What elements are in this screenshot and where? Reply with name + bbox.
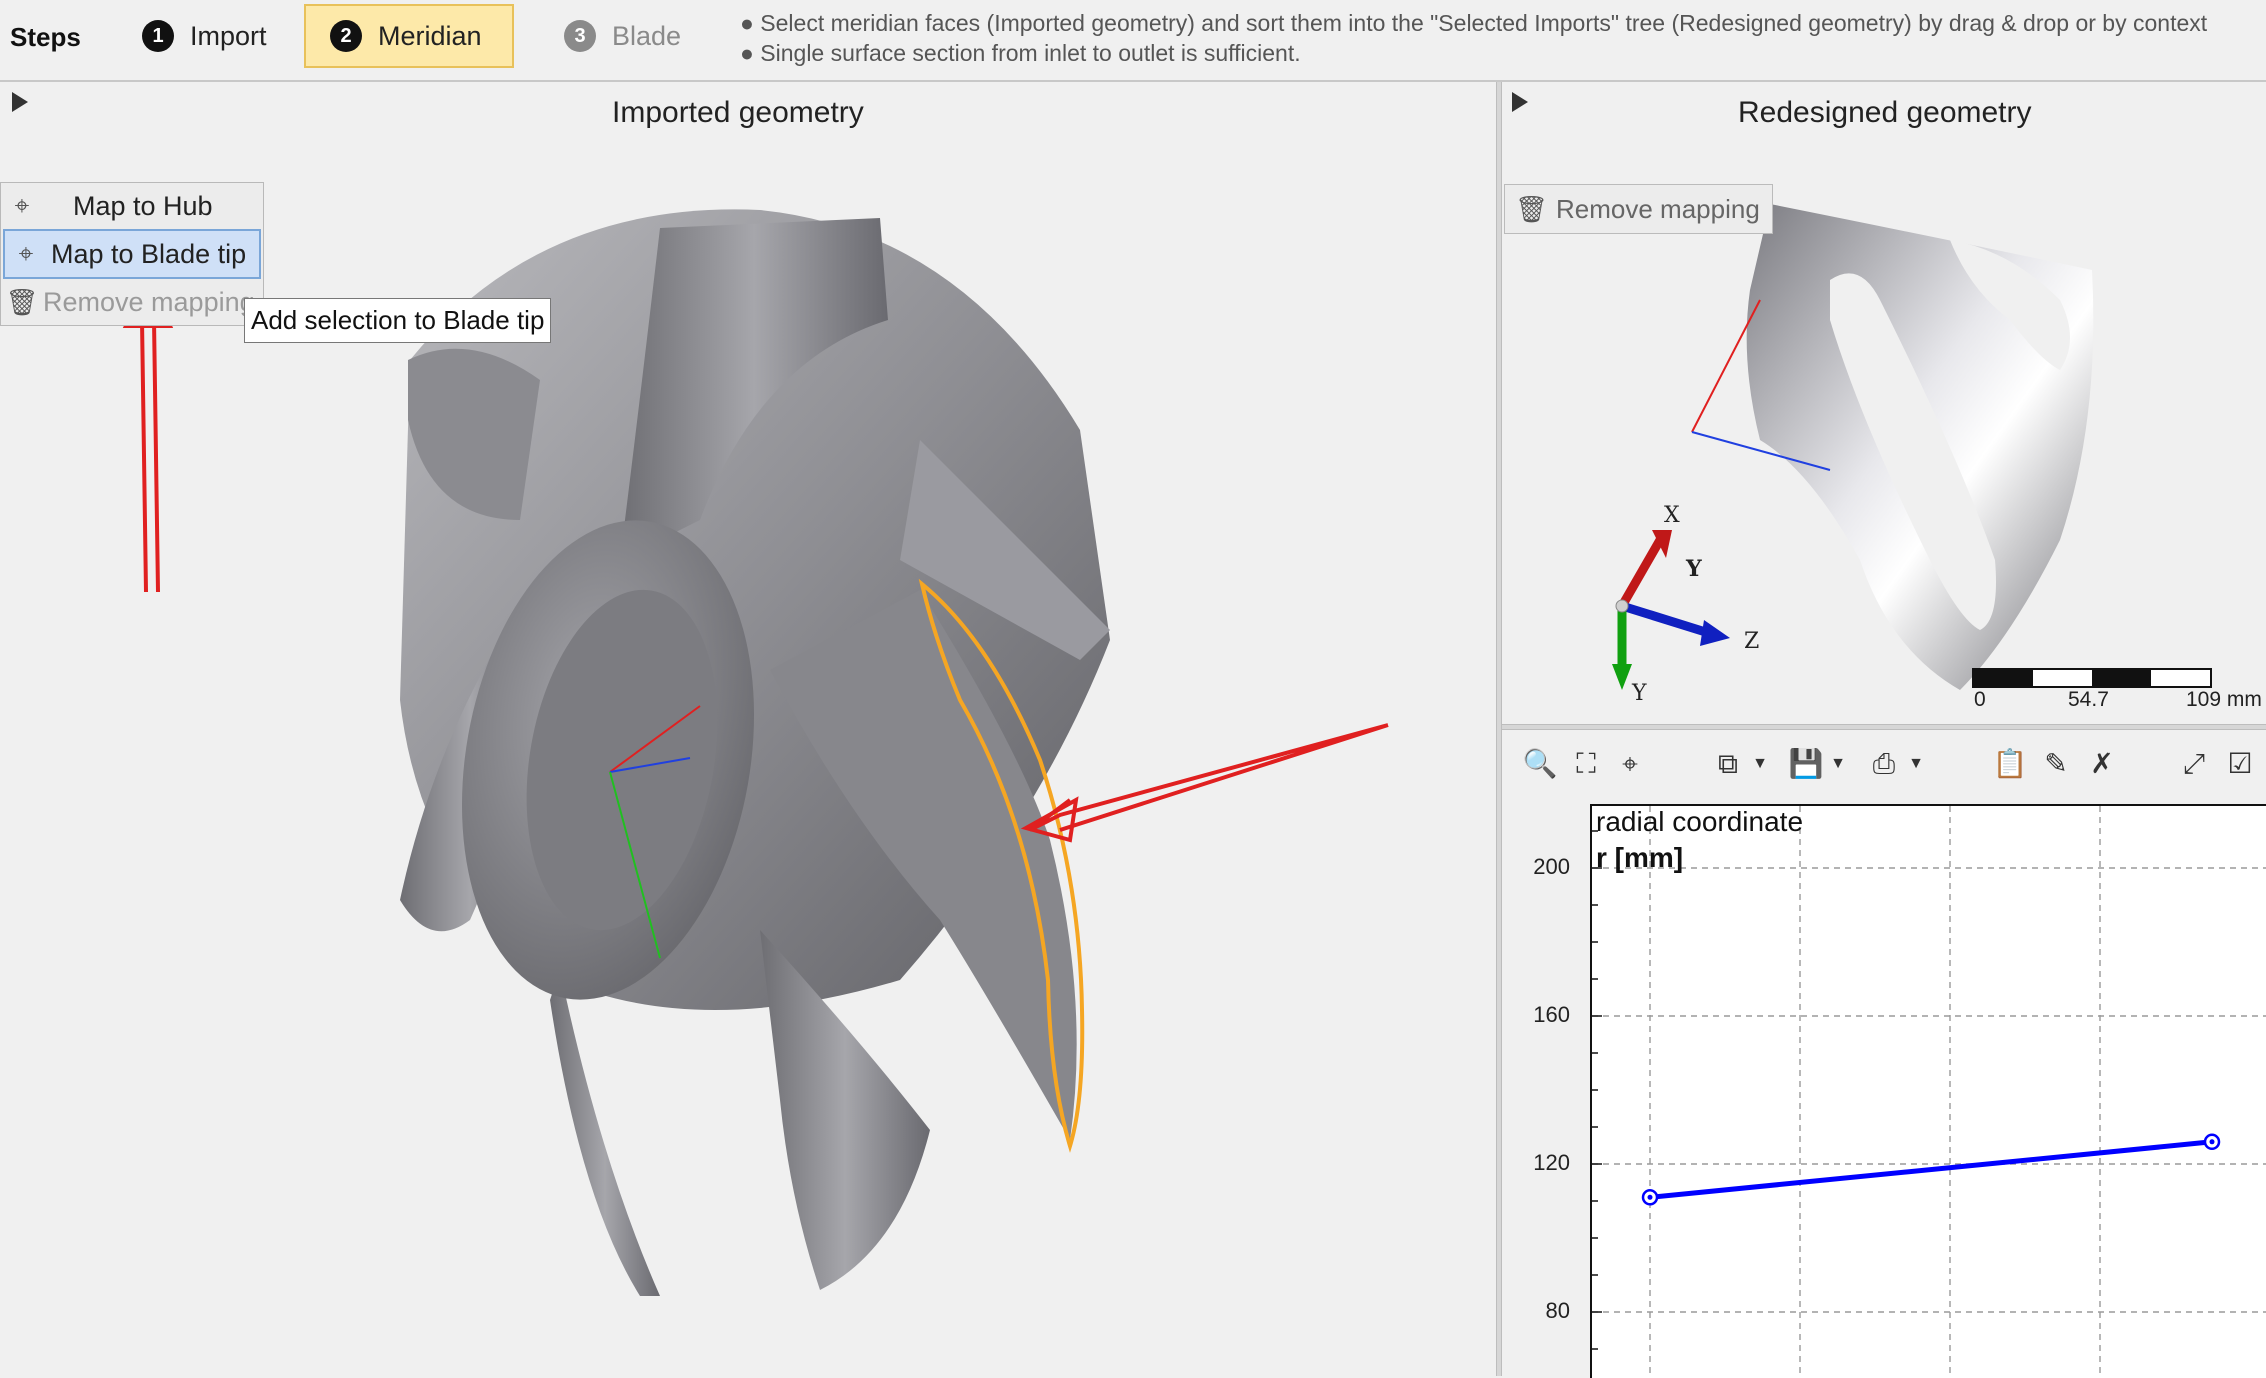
triad-y-arrow bbox=[1612, 664, 1632, 690]
scale-bar-track bbox=[1972, 668, 2212, 688]
meridian-plot[interactable]: radial coordinate r [mm] bbox=[1590, 804, 2266, 1378]
blade-viewport[interactable]: X Y Z Y bbox=[1502, 184, 2266, 722]
redesigned-geometry-title: Redesigned geometry bbox=[1738, 96, 2032, 129]
menu-item-label: Map to Blade tip bbox=[51, 238, 247, 269]
series-point-center bbox=[2209, 1139, 2215, 1145]
step-number: 2 bbox=[330, 20, 362, 52]
edit-icon[interactable]: ✎ bbox=[2036, 744, 2076, 784]
hint-line-1: ● Select meridian faces (Imported geomet… bbox=[740, 10, 2208, 36]
chevron-down-icon[interactable]: ▼ bbox=[1896, 744, 1936, 784]
menu-item-map-to-blade-tip[interactable]: ⌖ Map to Blade tip bbox=[3, 229, 261, 279]
triad-w-label: Y bbox=[1685, 556, 1702, 582]
steps-label: Steps bbox=[10, 22, 81, 52]
plot-svg bbox=[1592, 806, 2266, 1378]
expand-icon[interactable]: ⤢ bbox=[2174, 744, 2214, 784]
step-label: Blade bbox=[612, 20, 682, 51]
step-import[interactable]: 1 Import bbox=[118, 4, 293, 68]
horizontal-splitter[interactable] bbox=[1502, 724, 2266, 730]
plot-ylabel-line2: r [mm] bbox=[1596, 842, 1684, 873]
scale-label: 0 bbox=[1974, 688, 1986, 711]
clear-icon[interactable]: ✗ bbox=[2082, 744, 2122, 784]
context-menu: ⌖ Map to Hub ⌖ Map to Blade tip 🗑 Remove… bbox=[0, 182, 264, 326]
chevron-down-icon[interactable]: ▼ bbox=[1818, 744, 1858, 784]
crosshair-icon: ⌖ bbox=[18, 238, 34, 268]
menu-item-map-to-hub[interactable]: ⌖ Map to Hub bbox=[1, 183, 263, 229]
scale-bar-segment bbox=[1974, 670, 2033, 686]
remove-mapping-button[interactable]: 🗑 Remove mapping bbox=[1504, 184, 1773, 234]
impeller-blade bbox=[550, 970, 660, 1296]
triad-z-arrow bbox=[1700, 620, 1730, 646]
hint-line-2: ● Single surface section from inlet to o… bbox=[740, 40, 1301, 66]
step-blade[interactable]: 3 Blade bbox=[540, 4, 707, 68]
y-tick-label: 120 bbox=[1533, 1150, 1570, 1175]
scale-bar-segment bbox=[2151, 670, 2210, 686]
menu-item-label: Remove mapping bbox=[43, 286, 255, 317]
checklist-icon[interactable]: ☑ bbox=[2220, 744, 2260, 784]
triad-z-axis bbox=[1620, 601, 1714, 639]
annotation-arrow bbox=[122, 275, 174, 593]
scale-label: 54.7 bbox=[2068, 688, 2109, 711]
step-label: Meridian bbox=[378, 20, 482, 51]
scale-label: 109 mm bbox=[2186, 688, 2262, 711]
paste-icon[interactable]: 📋 bbox=[1990, 744, 2030, 784]
step-label: Import bbox=[190, 20, 267, 51]
step-meridian[interactable]: 2 Meridian bbox=[304, 4, 514, 68]
y-tick-label: 200 bbox=[1533, 854, 1570, 879]
chevron-down-icon[interactable]: ▼ bbox=[1740, 744, 1780, 784]
plot-ylabel-line1: radial coordinate bbox=[1596, 806, 1804, 837]
remove-mapping-label: Remove mapping bbox=[1556, 193, 1760, 224]
scale-bar-segment bbox=[2033, 670, 2092, 686]
collapse-left-icon[interactable] bbox=[12, 92, 28, 112]
scale-bar-segment bbox=[2092, 670, 2151, 686]
triad-z-label: Z bbox=[1744, 629, 1759, 654]
triad-origin bbox=[1615, 599, 1629, 613]
menu-item-remove-mapping[interactable]: 🗑 Remove mapping bbox=[1, 279, 263, 325]
menu-item-label: Map to Hub bbox=[73, 190, 213, 221]
annotation-arrow bbox=[1028, 723, 1389, 832]
crosshair-icon: ⌖ bbox=[14, 190, 30, 220]
y-tick-label: 80 bbox=[1545, 1298, 1570, 1323]
crosshair-icon[interactable]: ⌖ bbox=[1610, 744, 1650, 784]
fit-view-icon[interactable]: ⛶ bbox=[1566, 744, 1606, 784]
collapse-right-icon[interactable] bbox=[1512, 92, 1528, 112]
trash-icon: 🗑 bbox=[1515, 193, 1549, 224]
series-point-center bbox=[1647, 1194, 1653, 1200]
tooltip: Add selection to Blade tip bbox=[244, 298, 552, 343]
imported-geometry-title: Imported geometry bbox=[612, 96, 864, 129]
step-number: 3 bbox=[564, 20, 596, 52]
step-number: 1 bbox=[142, 20, 174, 52]
trash-icon: 🗑 bbox=[5, 286, 39, 317]
plot-toolbar: 🔍 ⛶ ⌖ ⧉ ▼ 💾 ▼ ⎙ ▼ 📋 ✎ ✗ ⤢ ☑ bbox=[1504, 738, 2264, 794]
triad-x-axis bbox=[1618, 537, 1664, 609]
triad-y-label: Y bbox=[1631, 681, 1647, 706]
triad-x-label: X bbox=[1664, 503, 1680, 528]
steps-bar: Steps 1 Import 2 Meridian 3 Blade ● Sele… bbox=[0, 0, 2266, 82]
zoom-icon[interactable]: 🔍 bbox=[1520, 744, 1560, 784]
series-line[interactable] bbox=[1649, 1139, 2213, 1200]
y-tick-label: 160 bbox=[1533, 1002, 1570, 1027]
